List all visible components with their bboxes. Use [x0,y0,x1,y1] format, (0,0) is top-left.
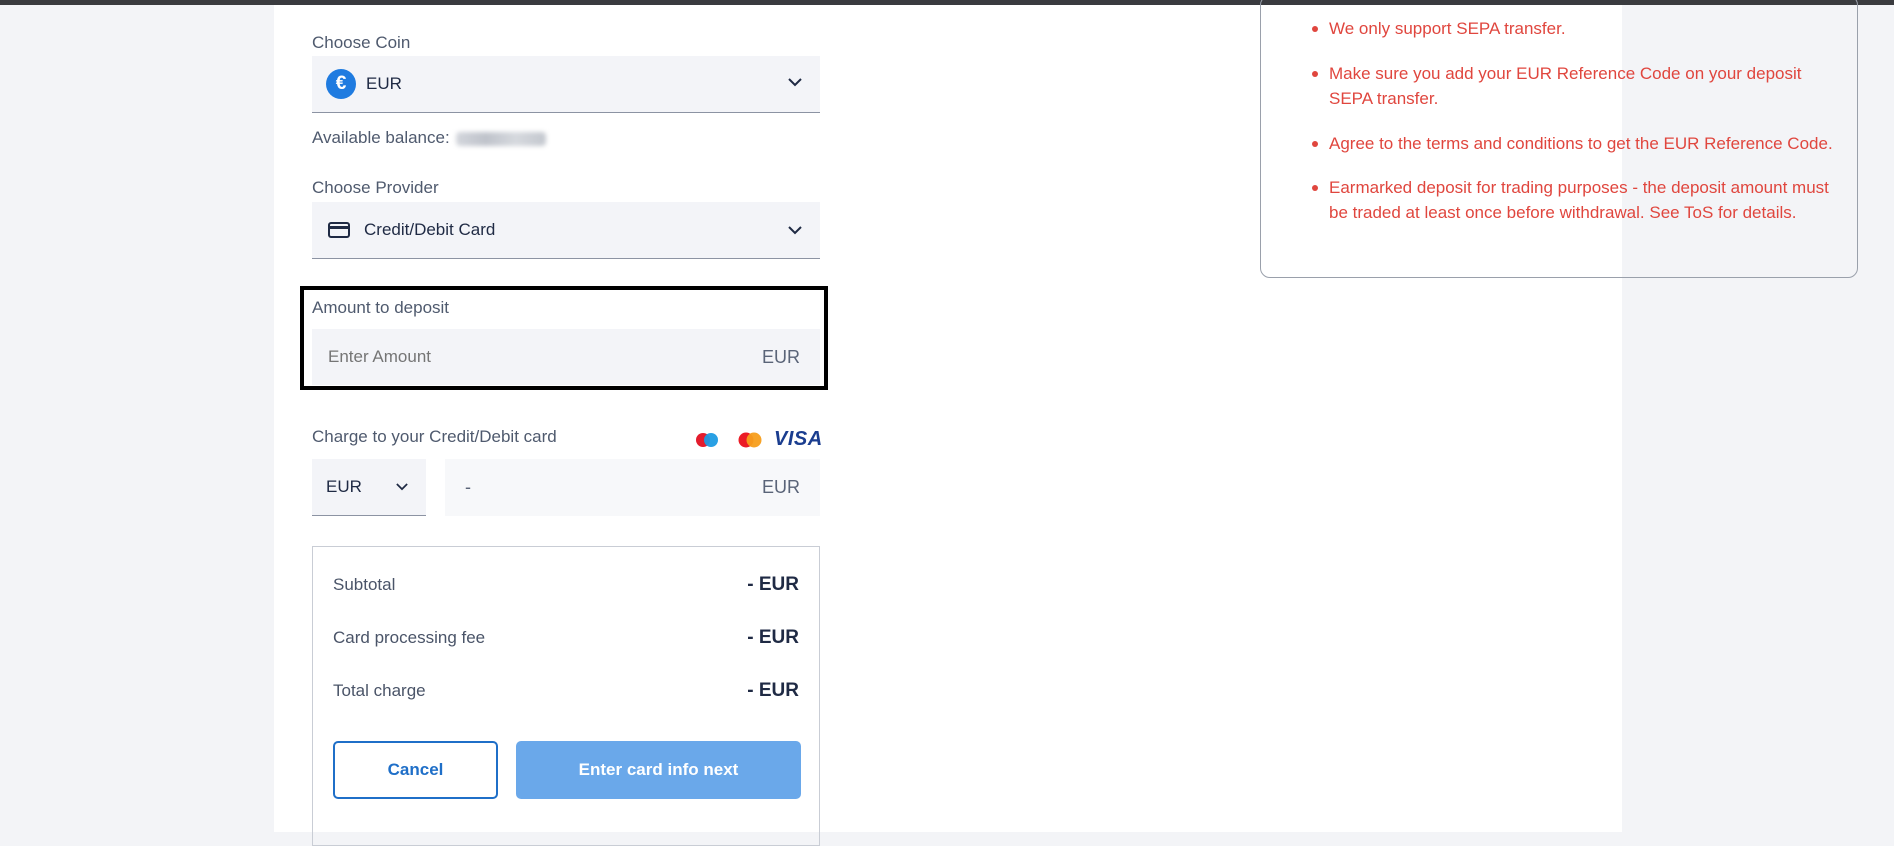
charge-amount-value: - [465,477,471,497]
notice-item: Earmarked deposit for trading purposes -… [1312,175,1849,225]
notice-item: Agree to the terms and conditions to get… [1312,131,1849,156]
choose-provider-label: Choose Provider [312,178,439,197]
cancel-button[interactable]: Cancel [333,741,498,799]
notice-item: Make sure you add your EUR Reference Cod… [1312,61,1849,111]
sepa-notice-box: We only support SEPA transfer. Make sure… [1260,0,1858,278]
chevron-down-icon [788,78,802,87]
charge-amount-currency: EUR [761,477,800,497]
notice-item: We only support SEPA transfer. [1312,16,1849,41]
charge-currency-select[interactable]: EUR [312,459,426,516]
summary-row-total: Total charge - EUR [333,680,799,702]
charge-currency-value: EUR [326,477,362,496]
charge-amount-field[interactable]: - EUR [445,459,820,516]
coin-select-value: EUR [366,74,402,93]
maestro-icon [696,432,718,447]
charge-summary: Subtotal - EUR Card processing fee - EUR… [312,546,820,846]
available-balance-value-blurred [455,131,546,146]
summary-row-subtotal: Subtotal - EUR [333,574,799,596]
summary-row-value: - EUR [747,680,799,701]
deposit-panel: Choose Coin € EUR Available balance: Cho… [274,0,1858,846]
mastercard-icon [738,432,762,447]
euro-coin-icon: € [326,69,356,99]
chevron-down-icon [788,226,802,235]
credit-card-icon [328,222,350,238]
available-balance-label: Available balance: [312,128,450,147]
provider-select-value: Credit/Debit Card [364,220,496,239]
card-brands: VISA [694,428,823,451]
summary-row-fee: Card processing fee - EUR [333,627,799,649]
charge-card-label: Charge to your Credit/Debit card [312,427,557,446]
summary-row-value: - EUR [747,574,799,595]
choose-coin-label: Choose Coin [312,33,411,52]
chevron-down-icon [396,483,408,491]
summary-row-label: Subtotal [333,575,396,594]
summary-row-value: - EUR [747,627,799,648]
visa-logo: VISA [774,428,823,450]
available-balance: Available balance: [312,128,546,148]
coin-select[interactable]: € EUR [312,56,820,113]
enter-card-info-next-button[interactable]: Enter card info next [516,741,801,799]
focus-highlight [300,286,828,390]
summary-row-label: Total charge [333,681,426,700]
summary-row-label: Card processing fee [333,628,486,647]
provider-select[interactable]: Credit/Debit Card [312,202,820,259]
